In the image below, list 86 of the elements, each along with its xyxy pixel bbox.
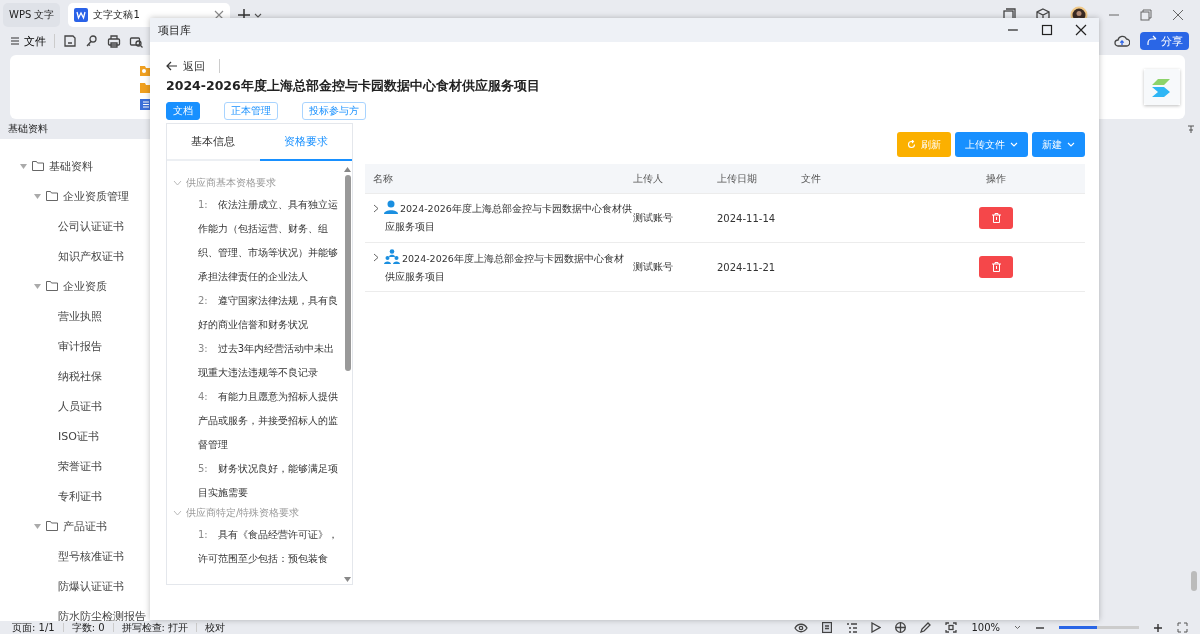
scroll-up-icon bbox=[344, 167, 351, 172]
document-icon bbox=[74, 8, 89, 22]
trash-icon bbox=[991, 213, 1001, 223]
zoom-slider[interactable] bbox=[1059, 626, 1139, 629]
share-button[interactable]: 分享 bbox=[1140, 32, 1189, 50]
tree-item[interactable]: 荣誉证书 bbox=[58, 458, 102, 474]
menu-icon bbox=[10, 36, 20, 46]
delete-button[interactable] bbox=[979, 207, 1013, 229]
tree-item[interactable]: 审计报告 bbox=[58, 338, 102, 354]
table-cell-text: 2024-11-21 bbox=[717, 261, 777, 273]
tree-item[interactable]: ISO证书 bbox=[58, 428, 99, 444]
globe-icon[interactable] bbox=[895, 622, 907, 633]
folder-icon bbox=[46, 191, 58, 201]
fullscreen-icon[interactable] bbox=[1177, 622, 1188, 633]
status-item[interactable]: 页面: 1/1 bbox=[12, 620, 55, 634]
refresh-icon bbox=[907, 140, 916, 149]
close-icon[interactable] bbox=[1075, 24, 1087, 36]
table-cell-text: 测试账号 bbox=[633, 211, 674, 225]
requirement-item: 1: 依法注册成立、具有独立运作能力（包括运营、财务、组织、管理、市场等状况）并能够承担法律责任的企业法人 bbox=[197, 198, 339, 284]
play-icon[interactable] bbox=[871, 622, 882, 633]
panel-label: 基础资料 bbox=[8, 122, 48, 136]
tree-item[interactable]: 产品证书 bbox=[63, 518, 107, 534]
file-name[interactable]: 2024-2026年度上海总部金控与卡园数据中心食材供应服务项目 bbox=[375, 248, 633, 286]
column-header: 名称 bbox=[372, 171, 394, 186]
save-icon[interactable] bbox=[63, 34, 77, 48]
tree-item[interactable]: 公司认证证书 bbox=[58, 218, 124, 234]
zoom-in-icon[interactable] bbox=[1153, 622, 1163, 633]
tree-item[interactable]: 型号核准证书 bbox=[58, 548, 124, 564]
status-item[interactable]: 校对 bbox=[205, 620, 226, 634]
folder-icon bbox=[32, 161, 44, 171]
document-tab[interactable]: WPS 文字 bbox=[3, 3, 61, 27]
requirement-item: 2: 遵守国家法律法规，具有良好的商业信誉和财务状况 bbox=[197, 294, 339, 332]
restore-icon[interactable] bbox=[1140, 9, 1152, 21]
back-link[interactable]: 返回 bbox=[166, 58, 205, 74]
outline-icon[interactable] bbox=[846, 622, 858, 633]
pen-icon[interactable] bbox=[920, 622, 932, 633]
tree-item[interactable]: 营业执照 bbox=[58, 308, 102, 324]
person-icon bbox=[384, 200, 398, 214]
page-view-icon[interactable] bbox=[822, 622, 833, 633]
delete-button[interactable] bbox=[979, 256, 1013, 278]
key-icon[interactable] bbox=[85, 34, 99, 48]
tree-item[interactable]: 人员证书 bbox=[58, 398, 102, 414]
share-icon bbox=[1146, 35, 1158, 47]
maximize-icon[interactable] bbox=[1041, 24, 1053, 36]
file-menu-button[interactable]: 文件 bbox=[10, 33, 46, 49]
people-icon bbox=[384, 248, 400, 264]
project-title: 2024-2026年度上海总部金控与卡园数据中心食材供应服务项目 bbox=[166, 78, 541, 95]
table-cell-text: 测试账号 bbox=[633, 260, 674, 274]
status-item[interactable]: 字数: 0 bbox=[71, 620, 105, 634]
column-header: 文件 bbox=[801, 171, 822, 186]
cloud-upload-icon[interactable] bbox=[1114, 34, 1130, 48]
tree-item[interactable]: 防水防尘检测报告 bbox=[58, 608, 146, 621]
caret-icon bbox=[1010, 142, 1018, 147]
tree-item[interactable]: 基础资料 bbox=[49, 158, 93, 174]
tree-item[interactable]: 企业资质 bbox=[63, 278, 107, 294]
trash-icon bbox=[991, 262, 1001, 272]
folder-icon bbox=[46, 281, 58, 291]
folder-icon bbox=[46, 521, 58, 531]
status-item[interactable]: 拼写检查: 打开 bbox=[121, 620, 189, 634]
column-header: 上传日期 bbox=[717, 171, 758, 186]
fit-page-icon[interactable] bbox=[945, 622, 958, 633]
file-name[interactable]: 2024-2026年度上海总部金控与卡园数据中心食材供应服务项目 bbox=[375, 200, 633, 236]
column-header: 上传人 bbox=[633, 171, 664, 186]
caret-icon bbox=[1067, 142, 1075, 147]
requirement-item: 1: 具有《食品经营许可证》，许可范围至少包括：预包装食 bbox=[197, 528, 339, 566]
pin-icon[interactable] bbox=[1187, 125, 1195, 133]
requirement-item: 4: 有能力且愿意为招标人提供产品或服务，并接受招标人的监督管理 bbox=[197, 390, 339, 452]
requirement-item: 5: 财务状况良好，能够满足项目实施需要 bbox=[197, 462, 339, 500]
zoom-level[interactable]: 100% bbox=[971, 622, 1000, 633]
requirement-item: 3: 过去3年内经营活动中未出现重大违法违规等不良记录 bbox=[197, 342, 336, 380]
tree-item[interactable]: 企业资质管理 bbox=[63, 188, 129, 204]
expand-icon[interactable] bbox=[373, 252, 379, 262]
expand-icon[interactable] bbox=[373, 204, 379, 213]
tree-item[interactable]: 专利证书 bbox=[58, 488, 102, 504]
print-icon[interactable] bbox=[107, 34, 121, 48]
table-cell-text: 2024-11-14 bbox=[717, 212, 777, 224]
back-arrow-icon bbox=[166, 61, 178, 71]
scroll-down-icon bbox=[344, 577, 351, 582]
tree-item[interactable]: 防爆认证证书 bbox=[58, 578, 124, 594]
print-preview-icon[interactable] bbox=[129, 34, 143, 48]
tree-item[interactable]: 纳税社保 bbox=[58, 368, 102, 384]
eye-icon[interactable] bbox=[794, 622, 809, 633]
tree-item[interactable]: 知识产权证书 bbox=[58, 248, 124, 264]
tab[interactable]: 基本信息 bbox=[167, 124, 260, 159]
caret-icon[interactable] bbox=[1014, 625, 1021, 630]
column-header: 操作 bbox=[985, 171, 1007, 186]
